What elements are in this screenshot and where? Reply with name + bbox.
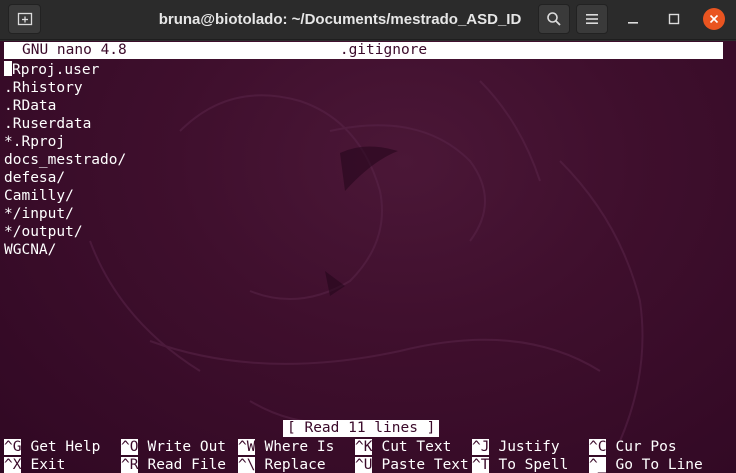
- new-tab-button[interactable]: [8, 4, 41, 34]
- title-bar: bruna@biotolado: ~/Documents/mestrado_AS…: [0, 0, 736, 40]
- file-line[interactable]: WGCNA/: [4, 241, 126, 259]
- minimize-icon: [628, 22, 638, 24]
- shortcut-label: To Spell: [498, 457, 569, 473]
- shortcut-key: ^C: [589, 439, 607, 455]
- nano-status-message: [ Read 11 lines ]: [283, 420, 440, 437]
- nano-filename: .gitignore: [339, 42, 428, 58]
- file-line[interactable]: .RData: [4, 97, 126, 115]
- new-tab-icon: [17, 12, 32, 26]
- terminal-area[interactable]: GNU nano 4.8 .gitignore Rproj.user .Rhist…: [0, 41, 736, 473]
- shortcut-where-is[interactable]: ^W Where Is: [238, 438, 334, 456]
- shortcut-label: Write Out: [147, 439, 227, 455]
- shortcut-paste-text[interactable]: ^U Paste Text: [355, 456, 469, 473]
- shortcut-label: Justify: [498, 439, 560, 455]
- maximize-button[interactable]: [663, 8, 685, 30]
- shortcut-label: Where Is: [264, 439, 335, 455]
- shortcut-exit[interactable]: ^X Exit: [4, 456, 65, 473]
- shortcut-label: Paste Text: [381, 457, 469, 473]
- shortcut-row: ^G Get Help ^O Write Out ^W Where Is ^K Cut Tex…: [4, 438, 736, 456]
- file-line-text: Rproj.user: [12, 62, 100, 78]
- file-line[interactable]: .Rhistory: [4, 79, 126, 97]
- shortcut-key: ^K: [355, 439, 373, 455]
- shortcut-get-help[interactable]: ^G Get Help: [4, 438, 100, 456]
- shortcut-key: ^X: [4, 457, 22, 473]
- shortcut-label: Read File: [147, 457, 227, 473]
- shortcut-key: ^G: [4, 439, 22, 455]
- file-line[interactable]: Rproj.user: [4, 61, 126, 79]
- file-line[interactable]: */output/: [4, 223, 126, 241]
- file-line[interactable]: defesa/: [4, 169, 126, 187]
- shortcut-to-spell[interactable]: ^T To Spell: [472, 456, 568, 473]
- shortcut-label: Cut Text: [381, 439, 452, 455]
- file-line[interactable]: */input/: [4, 205, 126, 223]
- shortcut-key: ^T: [472, 457, 490, 473]
- shortcut-key: ^_: [589, 457, 607, 473]
- shortcut-key: ^R: [121, 457, 139, 473]
- shortcut-go-to-line[interactable]: ^_ Go To Line: [589, 456, 703, 473]
- file-line[interactable]: docs_mestrado/: [4, 151, 126, 169]
- text-cursor: [4, 61, 12, 76]
- nano-header-bar: GNU nano 4.8 .gitignore: [4, 42, 723, 59]
- close-button[interactable]: [703, 8, 725, 30]
- shortcut-cut-text[interactable]: ^K Cut Text: [355, 438, 451, 456]
- shortcut-key: ^\: [238, 457, 256, 473]
- shortcut-read-file[interactable]: ^R Read File: [121, 456, 226, 473]
- file-line[interactable]: .Ruserdata: [4, 115, 126, 133]
- shortcut-key: ^O: [121, 439, 139, 455]
- menu-button[interactable]: [576, 4, 608, 34]
- shortcut-row: ^X Exit ^R Read File ^\ Replace ^U Paste Text ^T…: [4, 456, 736, 473]
- hamburger-menu-icon: [586, 14, 598, 24]
- shortcut-label: Go To Line: [615, 457, 703, 473]
- shortcut-label: Cur Pos: [615, 439, 677, 455]
- nano-shortcut-bar: ^G Get Help ^O Write Out ^W Where Is ^K Cut Tex…: [4, 438, 736, 473]
- shortcut-label: Exit: [30, 457, 66, 473]
- shortcut-key: ^U: [355, 457, 373, 473]
- shortcut-write-out[interactable]: ^O Write Out: [121, 438, 226, 456]
- shortcut-key: ^W: [238, 439, 256, 455]
- window-title: bruna@biotolado: ~/Documents/mestrado_AS…: [158, 11, 522, 28]
- shortcut-justify[interactable]: ^J Justify: [472, 438, 560, 456]
- file-line[interactable]: Camilly/: [4, 187, 126, 205]
- maximize-icon: [668, 13, 680, 25]
- search-button[interactable]: [538, 4, 570, 34]
- close-icon: [709, 14, 719, 24]
- minimize-button[interactable]: [622, 8, 644, 30]
- shortcut-cur-pos[interactable]: ^C Cur Pos: [589, 438, 677, 456]
- shortcut-label: Get Help: [30, 439, 101, 455]
- file-content[interactable]: Rproj.user .Rhistory .RData .Ruserdata *.Rpr…: [4, 61, 126, 259]
- shortcut-label: Replace: [264, 457, 326, 473]
- shortcut-key: ^J: [472, 439, 490, 455]
- shortcut-replace[interactable]: ^\ Replace: [238, 456, 326, 473]
- search-icon: [547, 12, 561, 26]
- file-line[interactable]: *.Rproj: [4, 133, 126, 151]
